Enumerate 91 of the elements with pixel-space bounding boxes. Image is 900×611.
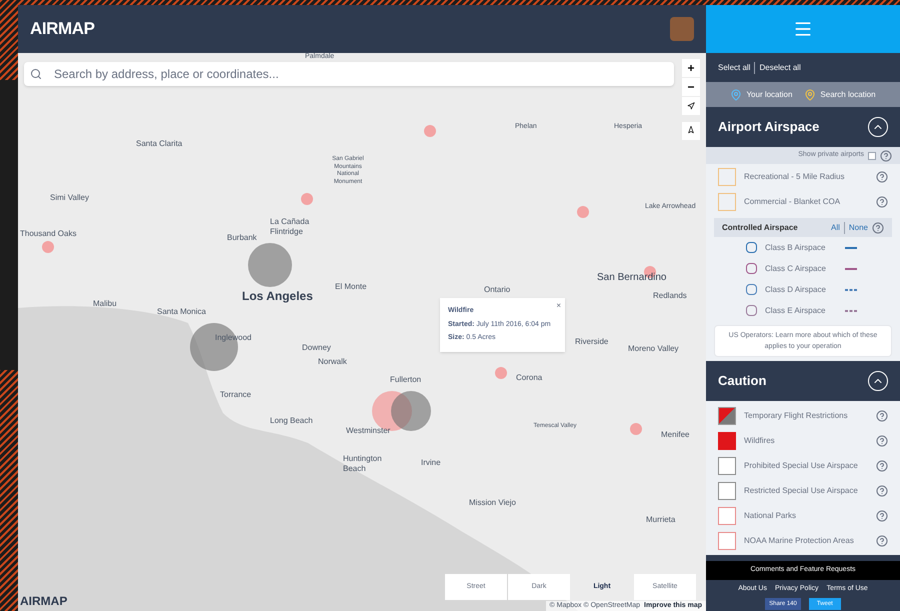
place-label: Fullerton: [390, 375, 422, 385]
place-label: Long Beach: [270, 416, 313, 426]
place-label: Menifee: [661, 430, 690, 440]
fire-marker[interactable]: [301, 193, 313, 205]
place-label: Redlands: [653, 291, 687, 301]
layer-label: Prohibited Special Use Airspace: [744, 460, 859, 472]
help-icon[interactable]: [876, 434, 888, 446]
layer-checkbox[interactable]: [718, 532, 736, 550]
place-label: Riverside: [575, 337, 608, 347]
place-label: Malibu: [93, 299, 117, 309]
private-airports-checkbox[interactable]: [868, 152, 876, 160]
all-link[interactable]: All: [830, 222, 845, 234]
place-label: Ontario: [484, 285, 510, 295]
layer-checkbox[interactable]: [718, 506, 736, 524]
compass-button[interactable]: [682, 97, 700, 115]
place-label: Westminster: [346, 426, 390, 436]
layer-checkbox[interactable]: [718, 456, 736, 474]
layer-checkbox[interactable]: [746, 263, 757, 274]
layer-checkbox[interactable]: [746, 305, 757, 316]
place-label: Simi Valley: [50, 193, 89, 203]
place-label: Burbank: [227, 233, 257, 243]
help-icon[interactable]: [876, 460, 888, 472]
section-title: Caution: [718, 372, 766, 390]
fire-marker[interactable]: [630, 423, 642, 435]
pin-icon: [804, 88, 816, 100]
help-icon[interactable]: [872, 222, 884, 234]
collapse-button[interactable]: [868, 117, 888, 137]
pin-icon: [730, 88, 742, 100]
layer-checkbox[interactable]: [718, 192, 736, 210]
place-label: Norwalk: [318, 357, 347, 367]
layer-label: Recreational - 5 Mile Radius: [744, 170, 846, 182]
place-label: El Monte: [335, 282, 367, 292]
search-icon: [30, 68, 42, 80]
place-label: Torrance: [220, 390, 252, 400]
layer-label: Class B Airspace: [765, 242, 826, 254]
close-button[interactable]: ×: [556, 300, 561, 312]
none-link[interactable]: None: [848, 222, 868, 234]
place-label: Irvine: [421, 458, 441, 468]
app-logo[interactable]: AIRMAP: [30, 16, 95, 42]
place-label: San Bernardino: [597, 272, 666, 284]
help-icon[interactable]: [876, 484, 888, 496]
zoom-out-button[interactable]: −: [682, 78, 700, 96]
place-label: Thousand Oaks: [20, 229, 76, 239]
layer-label: National Parks: [744, 510, 798, 522]
place-label: Corona: [516, 373, 542, 383]
place-label: La Cañada Flintridge: [270, 217, 310, 237]
layer-checkbox[interactable]: [718, 406, 736, 424]
layer-checkbox[interactable]: [718, 432, 736, 450]
avatar[interactable]: [670, 17, 694, 41]
select-all-link[interactable]: Select all: [718, 62, 756, 74]
map-logo: AIRMAP: [20, 593, 68, 610]
locate-button[interactable]: [682, 122, 700, 140]
layer-label: Class D Airspace: [765, 284, 827, 296]
location-radio[interactable]: Search location: [804, 88, 876, 100]
controlled-airspace-title: Controlled Airspace: [722, 222, 799, 234]
north-arrow-icon: [687, 102, 695, 110]
place-label: Downey: [302, 343, 331, 353]
layer-label: Commercial - Blanket COA: [744, 196, 842, 208]
layer-label: NOAA Marine Protection Areas: [744, 534, 855, 546]
help-icon[interactable]: [876, 196, 888, 208]
location-radio[interactable]: Your location: [730, 88, 792, 100]
zoom-in-button[interactable]: +: [682, 59, 700, 77]
place-label: Murrieta: [646, 515, 676, 525]
layer-checkbox[interactable]: [718, 168, 736, 186]
place-label: Moreno Valley: [628, 344, 679, 354]
layer-checkbox[interactable]: [718, 482, 736, 500]
place-label: Huntington Beach: [343, 454, 383, 474]
layer-checkbox[interactable]: [746, 242, 757, 253]
place-label: Santa Monica: [157, 307, 206, 317]
help-icon[interactable]: [876, 510, 888, 522]
fire-marker[interactable]: [577, 206, 589, 218]
help-icon[interactable]: [876, 410, 888, 422]
help-icon[interactable]: [880, 150, 892, 162]
fire-marker[interactable]: [42, 241, 54, 253]
fire-marker[interactable]: [424, 125, 436, 137]
place-label: Mission Viejo: [469, 498, 516, 508]
layer-label: Temporary Flight Restrictions: [744, 410, 849, 422]
search-field[interactable]: Search by address, place or coordinates...: [24, 62, 674, 86]
layer-checkbox[interactable]: [746, 284, 757, 295]
section-title: Airport Airspace: [718, 118, 820, 136]
collapse-button[interactable]: [868, 371, 888, 391]
layer-label: Wildfires: [744, 434, 776, 446]
place-label: Los Angeles: [242, 289, 313, 304]
layer-label: Class C Airspace: [765, 262, 827, 274]
help-icon[interactable]: [876, 534, 888, 546]
layer-label: Class E Airspace: [765, 304, 826, 316]
deselect-all-link[interactable]: Deselect all: [759, 62, 801, 74]
help-icon[interactable]: [876, 170, 888, 182]
place-label: Santa Clarita: [136, 139, 182, 149]
fire-marker[interactable]: [495, 367, 507, 379]
layer-label: Restricted Special Use Airspace: [744, 484, 859, 496]
